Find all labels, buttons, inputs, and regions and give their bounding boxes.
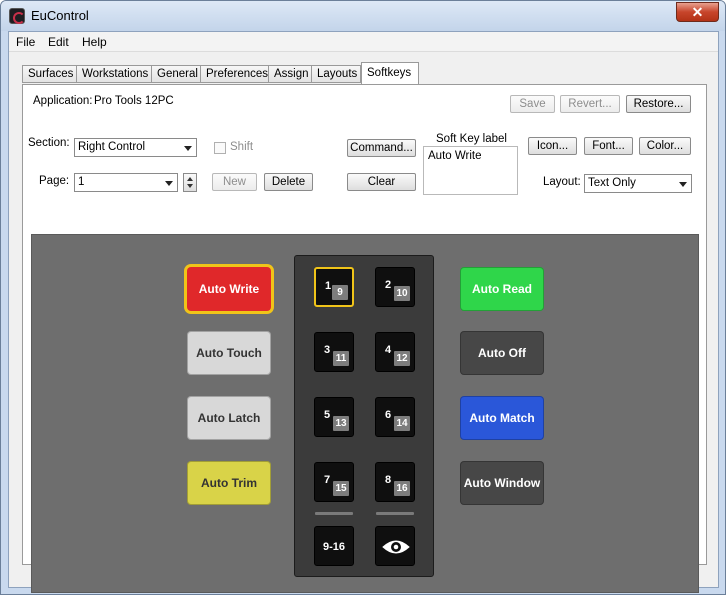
restore-button[interactable]: Restore... xyxy=(626,95,691,113)
chevron-down-icon xyxy=(679,182,687,187)
keypad-divider xyxy=(315,512,353,515)
key-shift-label: 15 xyxy=(333,481,349,496)
tab-workstations[interactable]: Workstations xyxy=(76,65,152,83)
key-main-label: 3 xyxy=(324,344,331,356)
key-main-label: 6 xyxy=(385,409,392,421)
eucontrol-app-icon xyxy=(9,8,25,24)
key-shift-label: 12 xyxy=(394,351,410,366)
softkey-auto-trim[interactable]: Auto Trim xyxy=(187,461,271,505)
key-shift-label: 13 xyxy=(333,416,349,431)
section-dropdown[interactable]: Right Control xyxy=(74,138,197,157)
command-button[interactable]: Command... xyxy=(347,139,416,157)
title-bar: EuControl ✕ xyxy=(1,1,725,31)
eye-icon xyxy=(382,540,410,554)
menu-file[interactable]: File xyxy=(16,35,35,49)
keypad-key-1[interactable]: 1 9 xyxy=(314,267,354,307)
keypad-key-2[interactable]: 2 10 xyxy=(375,267,415,307)
softkey-preview-area: Auto Write Auto Touch Auto Latch Auto Tr… xyxy=(31,234,699,593)
icon-button[interactable]: Icon... xyxy=(528,137,577,155)
key-main-label: 2 xyxy=(385,279,392,291)
layout-dropdown-value: Text Only xyxy=(588,177,636,189)
softkey-auto-off[interactable]: Auto Off xyxy=(460,331,544,375)
tab-surfaces[interactable]: Surfaces xyxy=(22,65,77,83)
font-button[interactable]: Font... xyxy=(584,137,633,155)
page-stepper[interactable] xyxy=(183,173,197,192)
delete-page-button[interactable]: Delete xyxy=(264,173,313,191)
softkey-auto-touch[interactable]: Auto Touch xyxy=(187,331,271,375)
softkey-auto-latch[interactable]: Auto Latch xyxy=(187,396,271,440)
tab-assign[interactable]: Assign xyxy=(268,65,312,83)
section-dropdown-value: Right Control xyxy=(78,141,146,153)
close-window-button[interactable]: ✕ xyxy=(676,2,719,22)
menu-help[interactable]: Help xyxy=(82,35,107,49)
softkey-auto-read[interactable]: Auto Read xyxy=(460,267,544,311)
soft-key-label-input[interactable]: Auto Write xyxy=(423,146,518,195)
key-shift-label: 9 xyxy=(332,285,348,300)
page-label: Page: xyxy=(39,175,70,187)
chevron-down-icon xyxy=(184,146,192,151)
application-value: Pro Tools 12PC xyxy=(94,95,174,107)
window-client-area: File Edit Help Surfaces Workstations Gen… xyxy=(8,31,719,593)
arrow-down-icon xyxy=(187,184,193,188)
key-main-label: 4 xyxy=(385,344,392,356)
tab-preferences[interactable]: Preferences xyxy=(200,65,269,83)
window-title: EuControl xyxy=(31,8,89,23)
keypad-divider xyxy=(376,512,414,515)
keypad-key-5[interactable]: 5 13 xyxy=(314,397,354,437)
key-shift-label: 14 xyxy=(394,416,410,431)
shift-checkbox[interactable] xyxy=(214,142,226,154)
tab-general[interactable]: General xyxy=(151,65,201,83)
keypad-key-7[interactable]: 7 15 xyxy=(314,462,354,502)
keypad: 1 9 2 10 3 11 4 12 5 13 6 14 7 15 8 16 9… xyxy=(294,255,434,577)
key-shift-label: 10 xyxy=(394,286,410,301)
layout-dropdown[interactable]: Text Only xyxy=(584,174,692,193)
softkey-auto-write[interactable]: Auto Write xyxy=(187,267,271,311)
keypad-key-3[interactable]: 3 11 xyxy=(314,332,354,372)
revert-button[interactable]: Revert... xyxy=(560,95,620,113)
app-window: EuControl ✕ File Edit Help Surfaces Work… xyxy=(0,0,726,595)
key-shift-label: 16 xyxy=(394,481,410,496)
keypad-key-4[interactable]: 4 12 xyxy=(375,332,415,372)
tab-softkeys[interactable]: Softkeys xyxy=(361,62,419,84)
menu-edit[interactable]: Edit xyxy=(48,35,69,49)
key-main-label: 5 xyxy=(324,409,331,421)
key-shift-label: 11 xyxy=(333,351,349,366)
clear-button[interactable]: Clear xyxy=(347,173,416,191)
application-label: Application: xyxy=(33,95,93,107)
softkey-auto-match[interactable]: Auto Match xyxy=(460,396,544,440)
section-label: Section: xyxy=(28,137,70,149)
menu-bar: File Edit Help xyxy=(9,32,718,52)
shift-label: Shift xyxy=(230,141,254,153)
layout-label: Layout: xyxy=(543,176,581,188)
key-main-label: 8 xyxy=(385,474,392,486)
keypad-view-key[interactable] xyxy=(375,526,415,566)
softkeys-panel: Application: Pro Tools 12PC Save Revert.… xyxy=(22,84,707,593)
tab-layouts[interactable]: Layouts xyxy=(311,65,361,83)
color-button[interactable]: Color... xyxy=(639,137,691,155)
chevron-down-icon xyxy=(165,181,173,186)
keypad-page-9-16-key[interactable]: 9-16 xyxy=(314,526,354,566)
new-page-button[interactable]: New xyxy=(212,173,257,191)
softkey-auto-window[interactable]: Auto Window xyxy=(460,461,544,505)
page-dropdown[interactable]: 1 xyxy=(74,173,178,192)
keypad-key-8[interactable]: 8 16 xyxy=(375,462,415,502)
arrow-up-icon xyxy=(187,177,193,181)
page-dropdown-value: 1 xyxy=(78,176,85,188)
key-main-label: 1 xyxy=(325,280,332,292)
key-main-label: 7 xyxy=(324,474,331,486)
save-button[interactable]: Save xyxy=(510,95,555,113)
keypad-key-6[interactable]: 6 14 xyxy=(375,397,415,437)
soft-key-label-caption: Soft Key label xyxy=(436,133,507,145)
